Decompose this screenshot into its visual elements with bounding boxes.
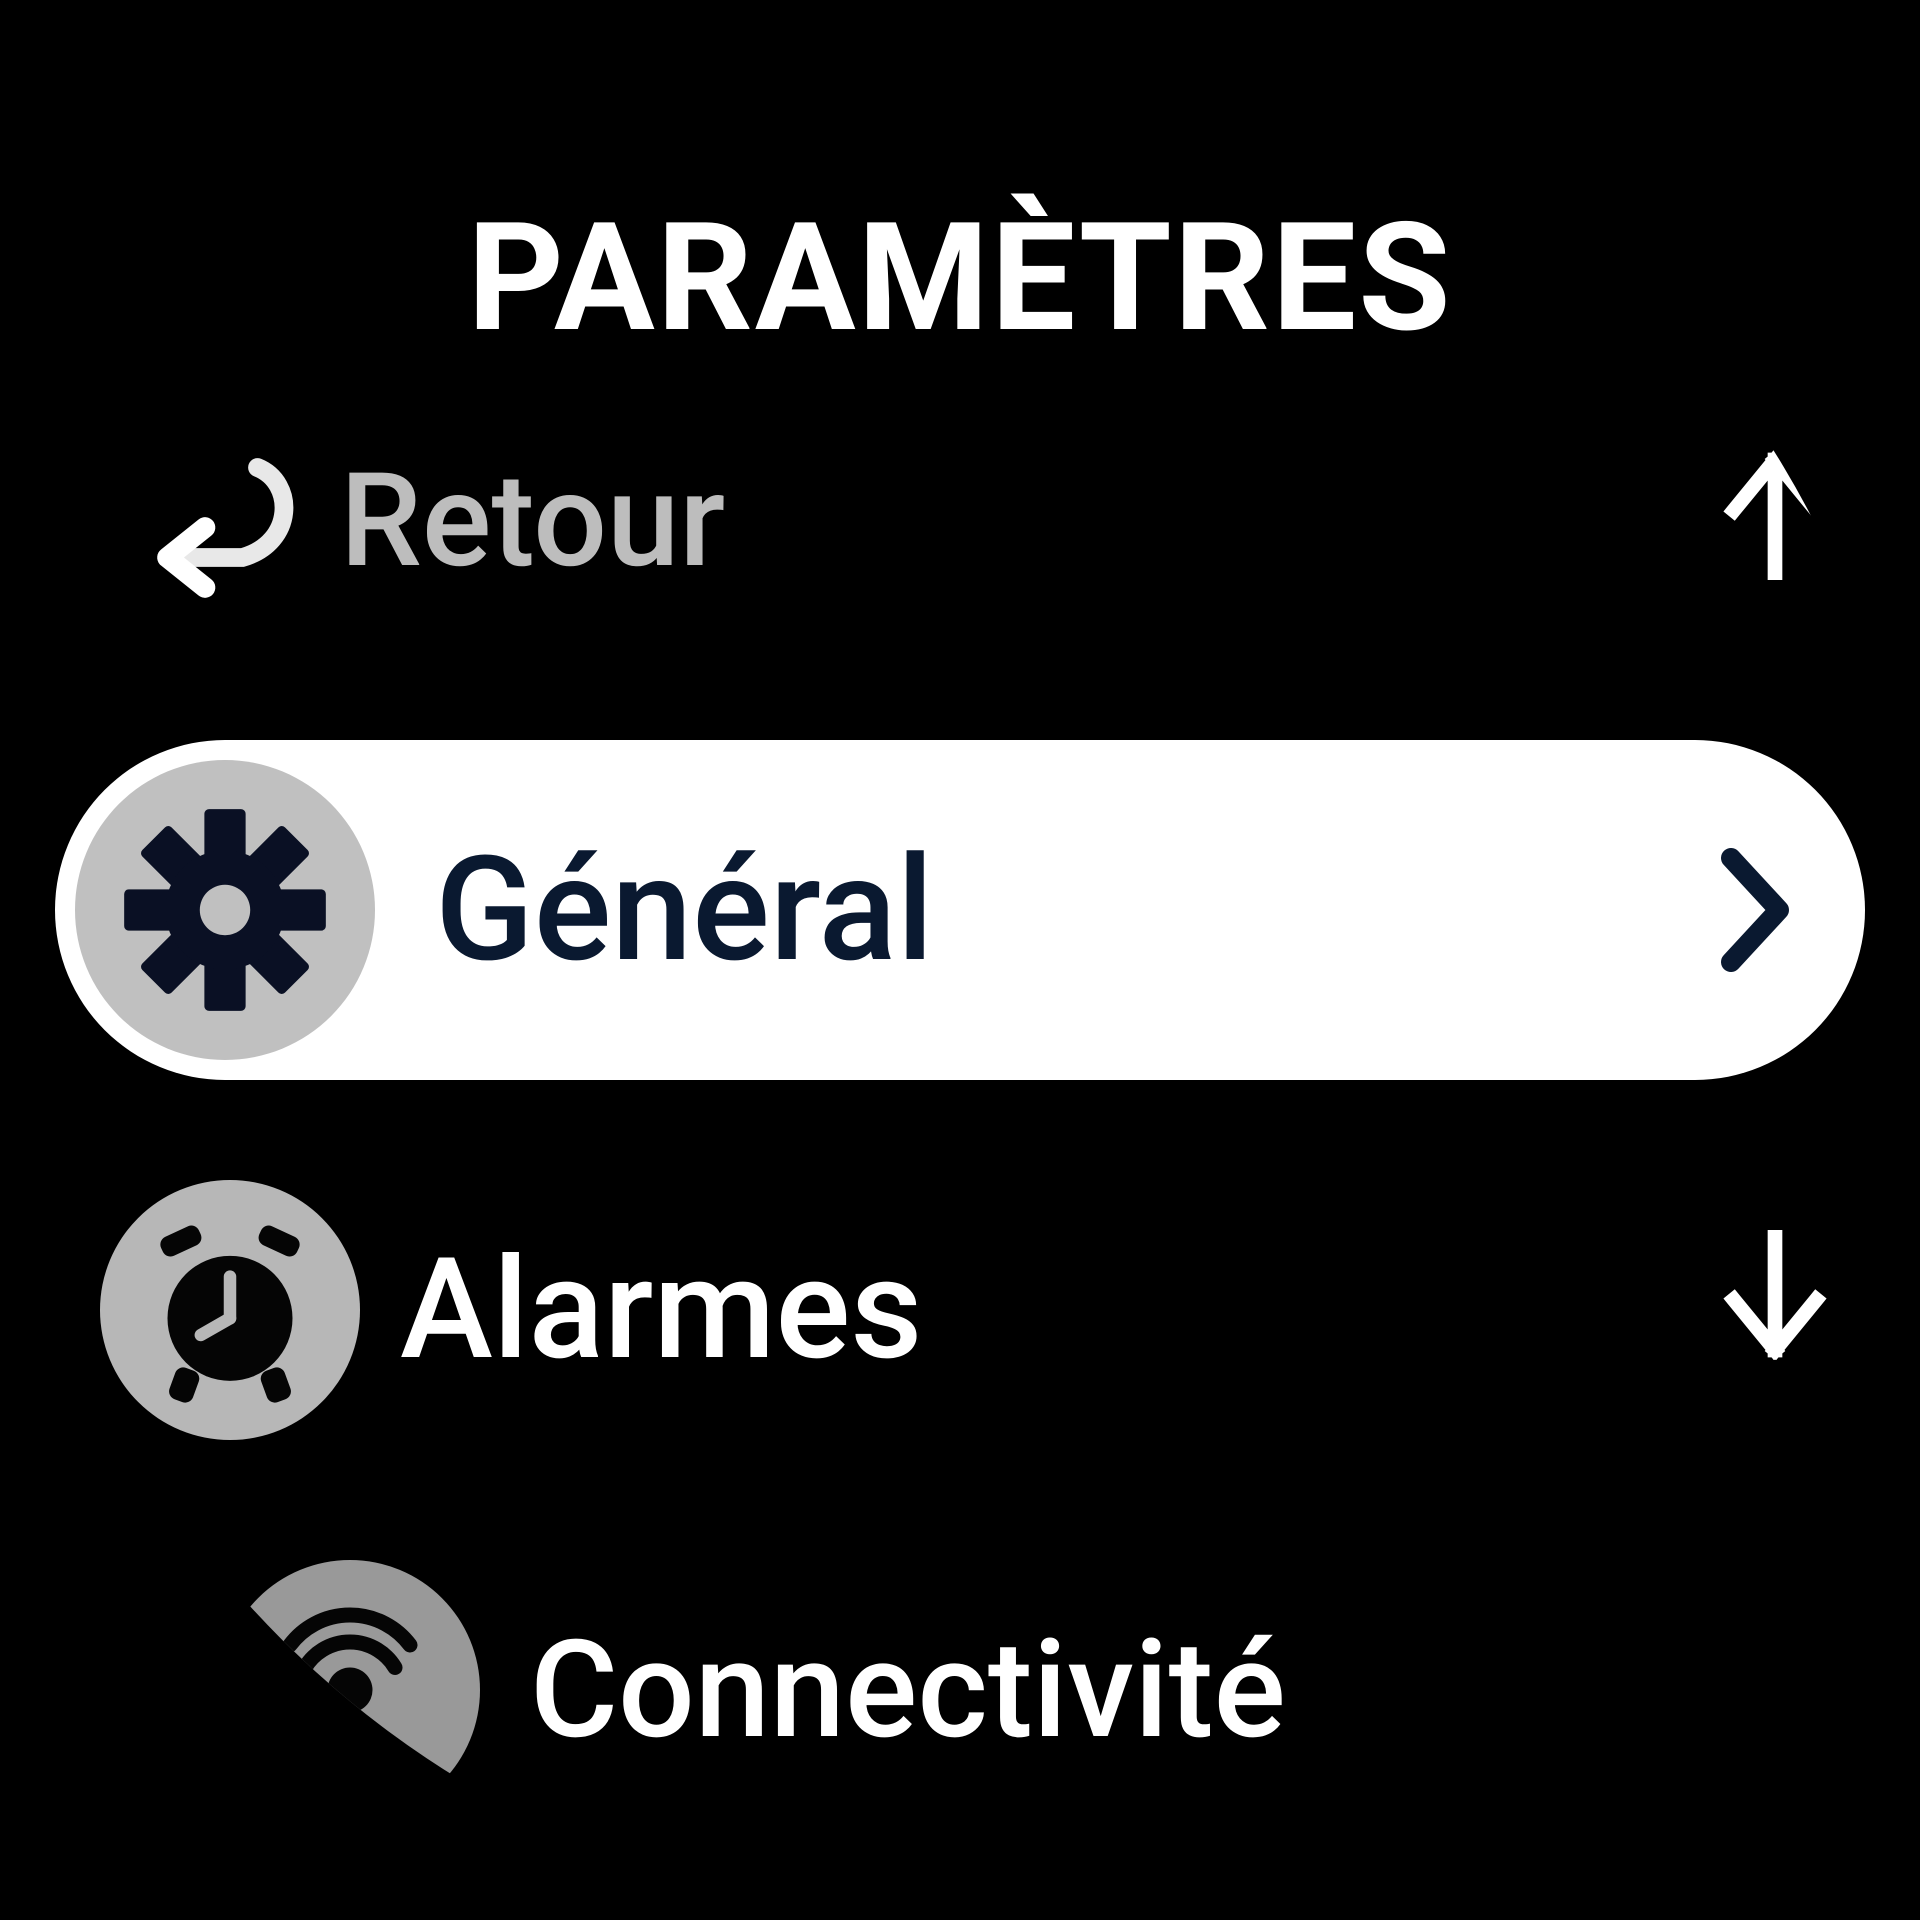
menu-item-label: Alarmes xyxy=(400,1228,922,1392)
return-icon xyxy=(130,430,310,610)
gear-icon-container xyxy=(75,760,375,1060)
menu-item-general[interactable]: Général xyxy=(55,740,1865,1080)
watch-face: PARAMÈTRES Retour xyxy=(0,0,1920,1920)
menu-item-label: Retour xyxy=(340,444,725,597)
connectivity-icon-container xyxy=(220,1560,480,1820)
alarm-icon-container xyxy=(100,1180,360,1440)
menu-item-alarms[interactable]: Alarmes xyxy=(0,1180,1920,1440)
chevron-right-icon xyxy=(1715,845,1795,975)
page-title: PARAMÈTRES xyxy=(0,190,1920,366)
gear-icon xyxy=(75,760,375,1060)
alarm-clock-icon xyxy=(100,1180,360,1440)
menu-item-label: Général xyxy=(435,825,1715,995)
menu-item-label: Connectivité xyxy=(530,1611,1286,1769)
connectivity-icon xyxy=(220,1560,480,1820)
menu-item-connectivity[interactable]: Connectivité xyxy=(0,1560,1920,1820)
menu-item-back[interactable]: Retour xyxy=(0,430,1920,610)
